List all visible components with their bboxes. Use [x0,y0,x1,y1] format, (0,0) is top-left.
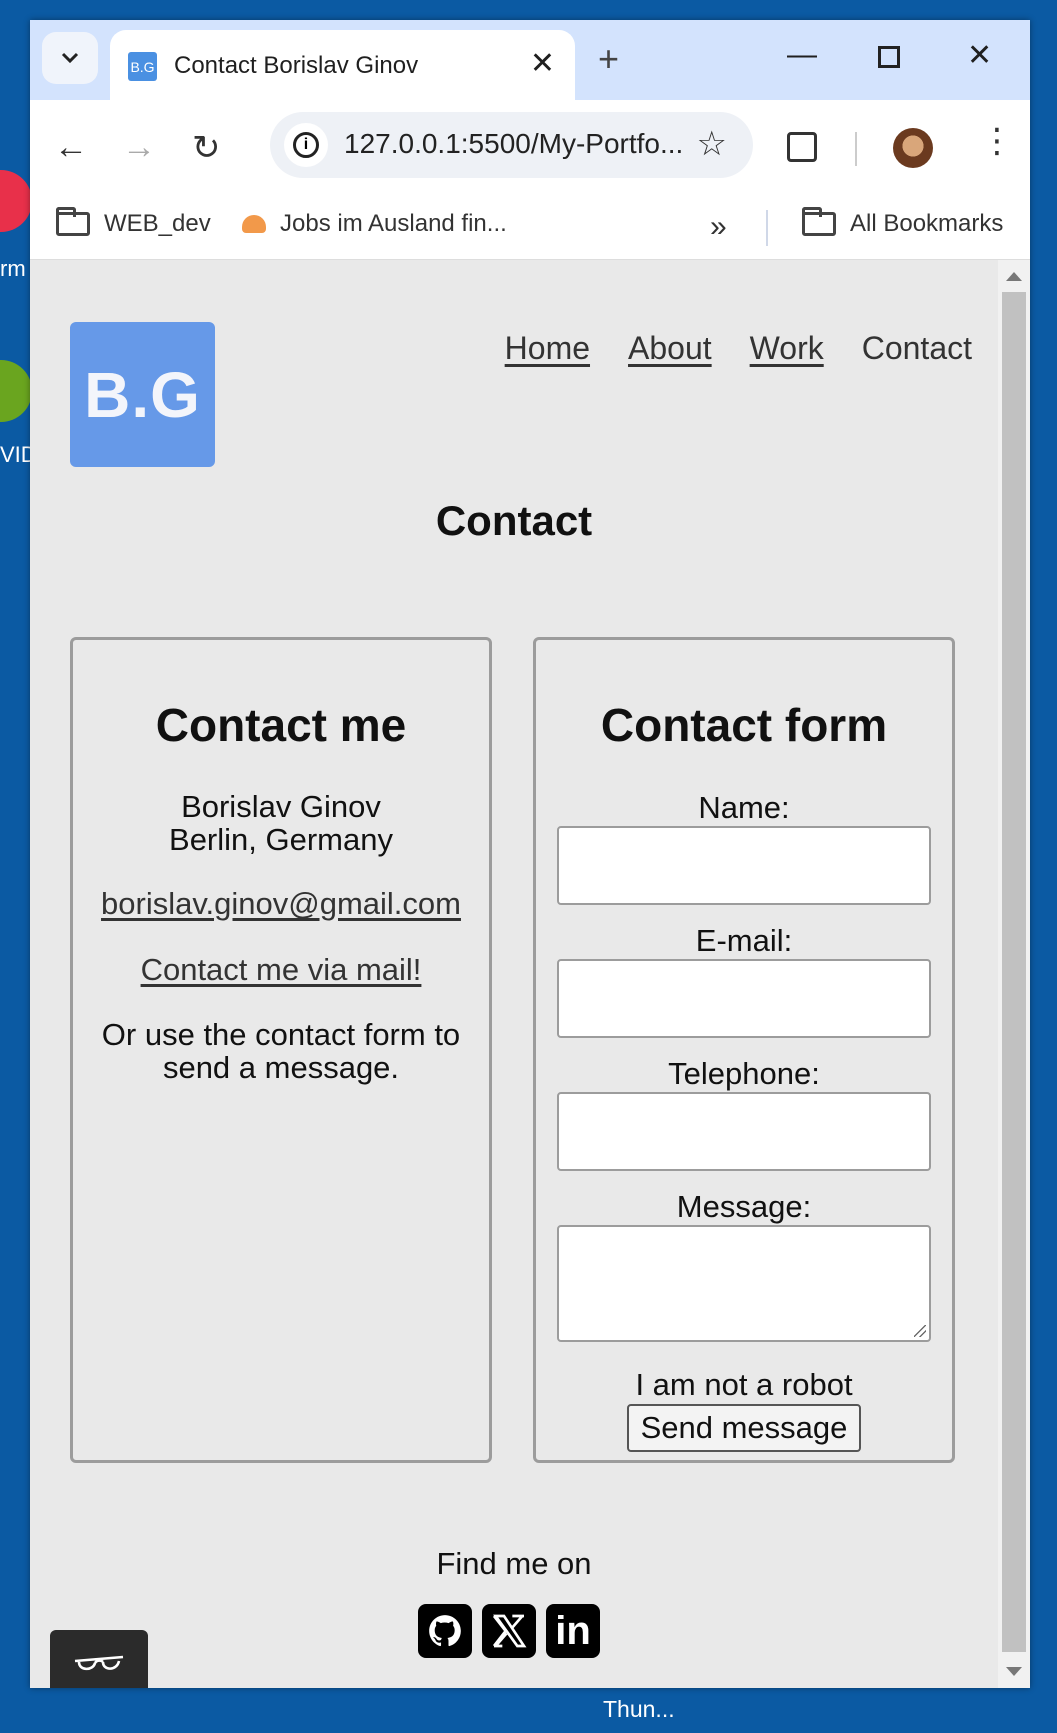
desktop-app-icon[interactable] [0,360,32,422]
email-label: E-mail: [695,923,793,958]
chevron-down-icon [61,52,79,64]
browser-window: B.G Contact Borislav Ginov ✕ + — ✕ ← → ↻… [30,20,1030,1688]
bookmark-jobs[interactable]: Jobs im Ausland fin... [242,210,507,238]
bookmarks-bar: WEB_dev Jobs im Ausland fin... » All Boo… [30,196,1030,260]
toolbar-divider [855,132,857,166]
address-block: Borislav Ginov Berlin, Germany [73,790,489,856]
nav-home[interactable]: Home [505,330,590,367]
find-me-text: Find me on [436,1546,592,1581]
close-window-icon[interactable]: ✕ [967,38,992,73]
maximize-icon[interactable] [878,38,900,68]
bookmark-web-dev[interactable]: WEB_dev [56,207,211,238]
linkedin-icon[interactable]: in [546,1604,600,1658]
all-bookmarks-label: All Bookmarks [850,210,1004,237]
browser-toolbar: ← → ↻ i 127.0.0.1:5500/My-Portfo... ☆ ⋮ [30,100,1030,196]
scroll-up-icon[interactable] [1006,272,1022,281]
contact-form-heading: Contact form [600,699,888,751]
more-bookmarks-icon[interactable]: » [710,210,727,244]
bookmark-site-icon [242,215,266,233]
contact-me-heading: Contact me [155,699,407,751]
github-icon[interactable] [418,1604,472,1658]
bookmark-label: WEB_dev [104,210,211,237]
scroll-thumb[interactable] [1002,292,1026,1652]
site-info-icon[interactable]: i [284,123,328,167]
profile-avatar[interactable] [893,128,933,168]
favicon-icon: B.G [128,52,157,81]
tab-strip: B.G Contact Borislav Ginov ✕ + — ✕ [30,20,1030,102]
tab-search-button[interactable] [42,32,98,84]
nav-about[interactable]: About [628,330,712,367]
forward-icon[interactable]: → [122,128,156,167]
contact-form: Name: E-mail: Telephone: Message: I am n… [536,792,952,1452]
social-links: in [418,1604,600,1658]
reload-icon[interactable]: ↻ [192,128,221,168]
mail-link[interactable]: Contact me via mail! [73,952,489,988]
scroll-down-icon[interactable] [1006,1667,1022,1676]
page-viewport: B.G Home About Work Contact Contact Cont… [30,260,998,1688]
contact-name: Borislav Ginov [181,789,381,824]
bookmark-star-icon[interactable]: ☆ [697,124,727,164]
new-tab-icon[interactable]: + [598,38,619,80]
email-link[interactable]: borislav.ginov@gmail.com [73,886,489,922]
contact-location: Berlin, Germany [169,822,393,857]
bookmarks-divider [766,210,768,246]
name-label: Name: [698,790,790,825]
address-bar[interactable]: i 127.0.0.1:5500/My-Portfo... ☆ [270,112,753,178]
extensions-icon[interactable] [787,132,817,162]
folder-icon [56,207,90,236]
url-text[interactable]: 127.0.0.1:5500/My-Portfo... [344,128,683,160]
site-logo[interactable]: B.G [70,322,215,467]
menu-kebab-icon[interactable]: ⋮ [980,124,1014,158]
tab-active[interactable]: B.G Contact Borislav Ginov ✕ [110,30,575,102]
vertical-scrollbar[interactable] [998,260,1030,1688]
minimize-icon[interactable]: — [787,38,817,72]
desktop-label: rm [0,256,26,281]
taskbar-app-label[interactable]: Thun... [603,1696,675,1723]
robot-check-text: I am not a robot [635,1367,853,1402]
telephone-field[interactable] [557,1092,931,1171]
glasses-icon[interactable] [50,1630,148,1688]
nav-work[interactable]: Work [750,330,824,367]
back-icon[interactable]: ← [54,128,88,167]
desktop-app-icon[interactable] [0,170,32,232]
close-tab-icon[interactable]: ✕ [530,46,555,81]
message-textarea[interactable] [557,1225,931,1342]
nav-contact[interactable]: Contact [862,330,972,367]
name-field[interactable] [557,826,931,905]
bookmark-label: Jobs im Ausland fin... [280,210,507,237]
contact-note: Or use the contact form to send a messag… [101,1017,461,1085]
site-nav: Home About Work Contact [505,330,972,367]
send-message-button[interactable]: Send message [626,1404,862,1452]
x-icon[interactable] [482,1604,536,1658]
telephone-label: Telephone: [668,1056,820,1091]
folder-icon [802,207,836,236]
all-bookmarks[interactable]: All Bookmarks [802,207,1004,238]
contact-form-card: Contact form Name: E-mail: Telephone: Me… [533,637,955,1463]
tab-title: Contact Borislav Ginov [174,52,419,79]
page-title: Contact [435,497,593,544]
message-label: Message: [676,1189,812,1224]
contact-me-card: Contact me Borislav Ginov Berlin, German… [70,637,492,1463]
email-field[interactable] [557,959,931,1038]
